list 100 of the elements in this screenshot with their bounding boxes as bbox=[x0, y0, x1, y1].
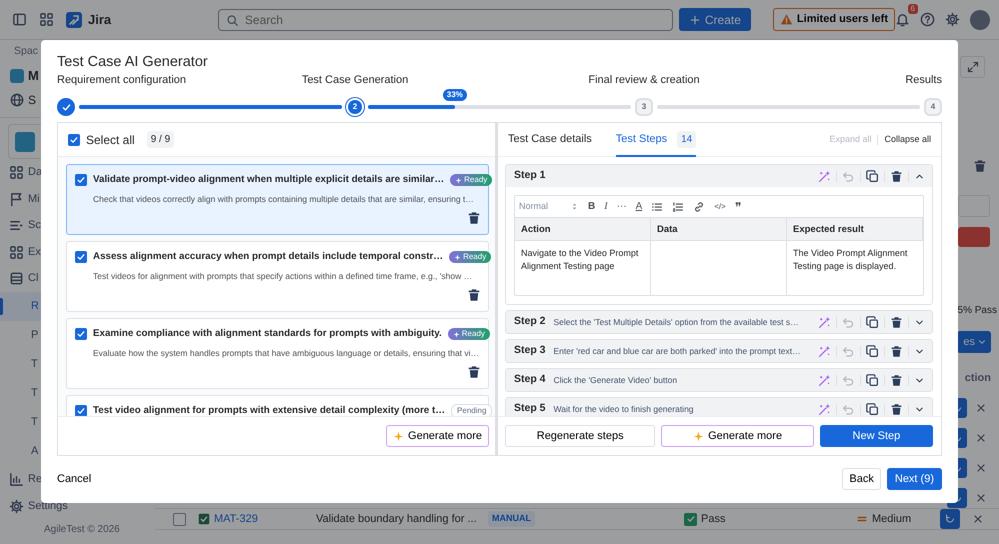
nav-item[interactable]: T bbox=[31, 385, 38, 402]
trash-icon[interactable] bbox=[890, 344, 903, 358]
copy-icon[interactable] bbox=[866, 316, 879, 328]
cancel-button[interactable]: Cancel bbox=[57, 470, 92, 488]
step-header[interactable]: Step 2 Select the 'Test Multiple Details' option from the available test s… bbox=[506, 311, 932, 333]
test-case-description: Test videos for alignment with prompts that specify actions within a defined time frame, e.g., 'show … bbox=[93, 270, 474, 282]
copy-icon[interactable] bbox=[866, 374, 879, 386]
help-icon[interactable] bbox=[920, 12, 935, 27]
code-button[interactable]: </> bbox=[714, 202, 726, 210]
logo-icon[interactable] bbox=[66, 12, 82, 28]
test-case-title: Test video alignment for prompts with extensive detail complexity (more t… bbox=[93, 404, 446, 416]
status-badge: Ready bbox=[450, 174, 492, 186]
nav-item[interactable]: Mi bbox=[28, 190, 40, 208]
expand-button[interactable] bbox=[960, 56, 985, 78]
checkbox[interactable] bbox=[68, 134, 80, 146]
collapse-all-link[interactable]: Collapse all bbox=[884, 132, 931, 146]
nav-item[interactable]: Settings bbox=[28, 498, 68, 514]
close-icon[interactable] bbox=[975, 492, 987, 504]
nav-item[interactable]: P bbox=[31, 327, 38, 344]
numbered-list-icon[interactable] bbox=[672, 200, 684, 212]
limited-users-button[interactable]: Limited users left bbox=[772, 8, 895, 31]
checkbox[interactable] bbox=[75, 174, 87, 186]
bullet-list-icon[interactable] bbox=[651, 200, 664, 212]
step-summary: Wait for the video to finish generating bbox=[554, 402, 695, 416]
magic-wand-icon[interactable] bbox=[818, 402, 831, 416]
table-cell[interactable]: The Video Prompt Alignment Testing page is displayed. bbox=[787, 241, 923, 295]
trash-icon[interactable] bbox=[890, 170, 903, 182]
checkbox[interactable] bbox=[75, 328, 87, 340]
project-link[interactable]: S bbox=[28, 91, 36, 110]
settings-icon[interactable] bbox=[945, 12, 960, 27]
checkbox[interactable] bbox=[75, 405, 87, 416]
back-button[interactable]: Back bbox=[842, 468, 881, 490]
trash-icon[interactable] bbox=[890, 402, 903, 416]
nav-item[interactable]: Sc bbox=[28, 217, 41, 234]
dropdown-field[interactable] bbox=[958, 195, 990, 217]
test-case-title: Examine compliance with alignment standards for prompts with ambiguity. bbox=[93, 327, 442, 341]
text-color-button[interactable]: A bbox=[636, 202, 642, 212]
italic-button[interactable]: I bbox=[604, 202, 608, 212]
trash-icon[interactable] bbox=[467, 211, 481, 225]
test-case-card[interactable]: Examine compliance with alignment standards for prompts with ambiguity. Ready Evaluate how the system handles prompts that have ambiguous language or details, ensuring that vi… bbox=[66, 318, 489, 389]
step-header[interactable]: Step 5 Wait for the video to finish generating bbox=[506, 398, 932, 416]
checkbox[interactable] bbox=[173, 512, 186, 526]
type-label: MANUAL bbox=[488, 511, 535, 527]
section-label: Spac bbox=[13, 44, 39, 59]
copy-icon[interactable] bbox=[866, 344, 879, 358]
link-icon[interactable] bbox=[693, 200, 706, 212]
quote-button[interactable]: ❞ bbox=[734, 200, 741, 212]
search-field[interactable]: Search bbox=[218, 8, 673, 30]
nav-item[interactable]: Re bbox=[28, 471, 42, 488]
column-header: ction bbox=[964, 370, 991, 386]
regenerate-steps-button[interactable]: Regenerate steps bbox=[505, 425, 656, 447]
test-case-card[interactable]: Validate prompt-video alignment when multiple explicit details are similar… Ready Check that videos correctly align with prompts containing multiple details that are similar, ensuring t… bbox=[66, 164, 489, 235]
step-header[interactable]: Step 1 bbox=[506, 165, 932, 187]
tab[interactable]: Test Steps 14 bbox=[616, 122, 696, 156]
sidebar-toggle-icon[interactable] bbox=[12, 12, 27, 27]
project-name[interactable]: M bbox=[28, 66, 39, 86]
magic-wand-icon[interactable] bbox=[818, 316, 831, 328]
test-case-card[interactable]: Assess alignment accuracy when prompt details include temporal constr… Ready Test videos for alignment with prompts that specify actions within a defined time frame, e.g., 'show … bbox=[66, 241, 489, 312]
close-icon[interactable] bbox=[975, 462, 987, 474]
nav-item[interactable]: A bbox=[31, 443, 38, 460]
close-icon[interactable] bbox=[975, 402, 987, 414]
close-icon[interactable] bbox=[972, 513, 984, 525]
new-step-button[interactable]: New Step bbox=[820, 425, 933, 447]
copy-icon[interactable] bbox=[866, 170, 879, 182]
more-formatting-button[interactable]: ··· bbox=[616, 202, 627, 212]
checkbox[interactable] bbox=[75, 251, 87, 264]
trash-icon[interactable] bbox=[467, 288, 481, 302]
select-all-label[interactable]: Select all bbox=[86, 130, 135, 148]
table-cell[interactable]: Navigate to the Video Prompt Alignment Testing page bbox=[515, 241, 651, 295]
nav-item[interactable]: T bbox=[31, 414, 38, 430]
step-editor[interactable]: Normal B I ··· A </> ❞ Action Data Expected result Navigate to the Video Prompt Alignment Testing page The Video Prompt Alignment Testing page is displayed. bbox=[514, 195, 924, 296]
close-icon[interactable] bbox=[975, 432, 987, 444]
trash-icon[interactable] bbox=[973, 159, 987, 173]
nav-item[interactable]: T bbox=[31, 356, 38, 372]
step-header[interactable]: Step 4 Click the 'Generate Video' button bbox=[506, 369, 932, 391]
test-case-card[interactable]: Test video alignment for prompts with extensive detail complexity (more t… Pending bbox=[66, 395, 489, 416]
magic-wand-icon[interactable] bbox=[818, 374, 831, 386]
trash-icon[interactable] bbox=[890, 374, 903, 386]
magic-wand-icon[interactable] bbox=[818, 344, 831, 358]
refresh-button[interactable] bbox=[940, 509, 960, 529]
footer-text: AgileTest © 2026 bbox=[43, 523, 121, 538]
tab[interactable]: Test Case details bbox=[508, 122, 592, 156]
expand-icon bbox=[966, 61, 978, 73]
generate-more-button[interactable]: Generate more bbox=[661, 425, 814, 447]
trash-icon[interactable] bbox=[890, 316, 903, 328]
nav-item[interactable]: Cl bbox=[28, 270, 38, 287]
step-header[interactable]: Step 3 Enter 'red car and blue car are both parked' into the prompt text… bbox=[506, 340, 932, 362]
status-badge: Ready bbox=[449, 251, 492, 264]
avatar[interactable] bbox=[970, 10, 990, 30]
next-button[interactable]: Next (9) bbox=[886, 468, 942, 490]
copy-icon[interactable] bbox=[866, 402, 879, 416]
nav-item[interactable]: Ex bbox=[28, 244, 41, 260]
app-switcher-icon[interactable] bbox=[39, 12, 54, 27]
stage-label: Results bbox=[905, 73, 942, 88]
magic-wand-icon[interactable] bbox=[818, 170, 831, 182]
bold-button[interactable]: B bbox=[588, 202, 596, 212]
generate-more-button[interactable]: Generate more bbox=[386, 425, 489, 447]
notifications-icon[interactable] bbox=[895, 12, 910, 27]
app-name[interactable]: Jira bbox=[88, 10, 112, 30]
trash-icon[interactable] bbox=[467, 365, 481, 379]
